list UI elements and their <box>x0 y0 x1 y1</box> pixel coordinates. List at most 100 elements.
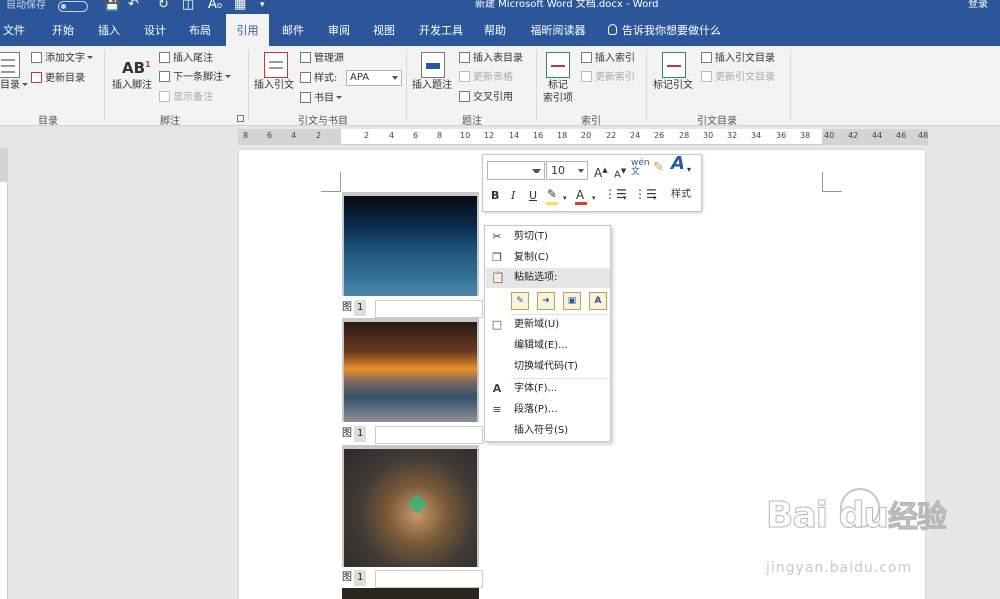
touch-mode-icon[interactable]: ▦ <box>234 0 246 12</box>
read-aloud-icon[interactable]: A₀ <box>208 0 222 12</box>
paste-text-only-icon[interactable]: A <box>589 292 607 310</box>
separator <box>248 50 249 120</box>
paste-keep-source-icon[interactable]: ✎ <box>511 292 529 310</box>
footnote-dialog-launcher-icon[interactable] <box>237 115 244 122</box>
grow-font-button[interactable]: A▲ <box>594 163 608 180</box>
tab-mailings[interactable]: 邮件 <box>274 14 312 46</box>
update-toc-button[interactable]: 更新目录 <box>31 72 85 85</box>
tab-references[interactable]: 引用 <box>226 14 269 46</box>
shrink-font-button[interactable]: A▼ <box>614 164 626 182</box>
font-color-dropdown-icon[interactable]: ▾ <box>592 191 596 205</box>
mark-entry-icon[interactable] <box>546 52 570 78</box>
horizontal-ruler[interactable]: 8 6 4 2 2 4 6 8 10 12 14 16 18 20 22 24 … <box>238 129 928 145</box>
figure-caption[interactable]: 图1 <box>342 570 367 588</box>
menu-item-copy[interactable]: ❐ 复制(C) <box>486 248 610 268</box>
figure-caption[interactable]: 图1 <box>342 426 367 444</box>
menu-item-paragraph[interactable]: ≡ 段落(P)... <box>486 400 610 420</box>
tab-design[interactable]: 设计 <box>136 14 174 46</box>
insert-index-button[interactable]: 插入索引 <box>581 52 635 65</box>
bullets-dropdown-icon[interactable]: ▾ <box>623 191 627 205</box>
insert-footnote-button[interactable]: 插入脚注 <box>112 80 152 92</box>
menu-item-edit-field[interactable]: 编辑域(E)... <box>486 336 610 356</box>
underline-button[interactable]: U <box>529 189 537 203</box>
font-color-button[interactable]: A <box>576 188 584 202</box>
insert-toa-button[interactable]: 插入引文目录 <box>701 52 775 65</box>
caption-textbox[interactable] <box>375 570 483 588</box>
phonetic-guide-button[interactable]: wén 文 <box>631 159 650 177</box>
caption-field[interactable]: 1 <box>354 300 367 316</box>
image-partial[interactable] <box>342 588 479 599</box>
menu-item-update-field[interactable]: □ 更新域(U) <box>486 315 610 335</box>
bibliography-button[interactable]: 书目 <box>300 92 342 105</box>
mark-citation-icon[interactable] <box>662 52 686 78</box>
image-beach-sunset[interactable] <box>342 318 479 422</box>
print-preview-icon[interactable]: ◫ <box>182 0 194 12</box>
image-ocean-night[interactable] <box>342 192 479 296</box>
styles-button[interactable]: 样式 <box>671 188 691 202</box>
insert-citation-button[interactable]: 插入引文 <box>254 80 294 92</box>
paste-merge-format-icon[interactable]: ➜ <box>537 292 555 310</box>
figure-caption[interactable]: 图1 <box>342 300 367 318</box>
tell-me-search[interactable]: 告诉我你想要做什么 <box>608 14 721 46</box>
ruler-number: 4 <box>291 131 297 140</box>
insert-citation-icon[interactable] <box>264 52 288 78</box>
insert-caption-icon[interactable] <box>421 52 445 78</box>
autosave-toggle[interactable] <box>58 1 88 12</box>
tab-developer[interactable]: 开发工具 <box>414 14 468 46</box>
undo-icon[interactable]: ↶ <box>128 0 139 12</box>
tab-file[interactable]: 文件 <box>0 14 28 46</box>
menu-item-cut[interactable]: ✂ 剪切(T) <box>486 227 610 247</box>
toc-icon[interactable] <box>0 52 20 78</box>
paste-picture-icon[interactable]: ▣ <box>563 292 581 310</box>
tab-review[interactable]: 审阅 <box>320 14 358 46</box>
add-text-button[interactable]: 添加文字 <box>31 52 93 65</box>
numbering-dropdown-icon[interactable]: ▾ <box>653 191 657 205</box>
ruler-number: 10 <box>460 131 471 140</box>
menu-item-insert-symbol[interactable]: 插入符号(S) <box>486 421 610 441</box>
highlight-dropdown-icon[interactable]: ▾ <box>563 191 567 205</box>
italic-button[interactable]: I <box>511 189 515 203</box>
ruler-number: 20 <box>581 131 592 140</box>
format-painter-icon[interactable]: ✎ <box>653 161 664 175</box>
redo-icon[interactable]: ↻ <box>158 0 169 12</box>
bold-button[interactable]: B <box>491 189 499 203</box>
update-toa-button[interactable]: 更新引文目录 <box>701 71 775 84</box>
tab-view[interactable]: 视图 <box>365 14 403 46</box>
caption-field[interactable]: 1 <box>354 426 367 442</box>
menu-item-toggle-field-codes[interactable]: 切换域代码(T) <box>486 357 610 377</box>
insert-table-of-figures-button[interactable]: 插入表目录 <box>459 52 523 65</box>
tab-layout[interactable]: 布局 <box>181 14 219 46</box>
save-icon[interactable]: 💾 <box>104 0 120 12</box>
insert-caption-button[interactable]: 插入题注 <box>412 80 452 92</box>
next-footnote-button[interactable]: 下一条脚注 <box>159 71 231 84</box>
mark-citation-button[interactable]: 标记引文 <box>653 80 693 92</box>
update-table-button[interactable]: 更新表格 <box>459 71 513 84</box>
tab-help[interactable]: 帮助 <box>476 14 514 46</box>
mark-entry-button[interactable]: 标记 <box>548 80 568 92</box>
citation-style-select[interactable]: APA <box>346 70 402 86</box>
update-index-button[interactable]: 更新索引 <box>581 71 635 84</box>
mark-entry-button-line2[interactable]: 索引项 <box>543 93 573 105</box>
caption-field[interactable]: 1 <box>354 570 367 586</box>
manage-sources-button[interactable]: 管理源 <box>300 52 344 65</box>
toc-button[interactable]: 目录 <box>0 80 28 92</box>
login-link[interactable]: 登录 <box>968 0 988 10</box>
customize-toolbar-icon[interactable]: ▾ <box>260 0 265 12</box>
caption-textbox[interactable] <box>375 300 483 318</box>
styles-dropdown-icon[interactable]: ▾ <box>687 163 691 177</box>
tab-home[interactable]: 开始 <box>44 14 82 46</box>
font-size-select[interactable]: 10 <box>546 161 588 180</box>
menu-item-font[interactable]: A 字体(F)... <box>486 379 610 399</box>
caption-textbox[interactable] <box>375 426 483 444</box>
tab-insert[interactable]: 插入 <box>90 14 128 46</box>
footnote-ab-icon[interactable]: AB1 <box>122 59 151 77</box>
styles-icon[interactable]: A <box>671 155 685 173</box>
font-name-select[interactable] <box>487 161 545 180</box>
highlight-icon[interactable]: ✎ <box>547 187 557 201</box>
image-leaf-heart[interactable] <box>342 445 479 567</box>
tab-foxit[interactable]: 福昕阅读器 <box>526 14 590 46</box>
show-notes-button[interactable]: 显示备注 <box>159 91 213 104</box>
insert-endnote-button[interactable]: 插入尾注 <box>159 52 213 65</box>
vertical-ruler[interactable] <box>0 148 8 599</box>
cross-reference-button[interactable]: 交叉引用 <box>459 91 513 104</box>
